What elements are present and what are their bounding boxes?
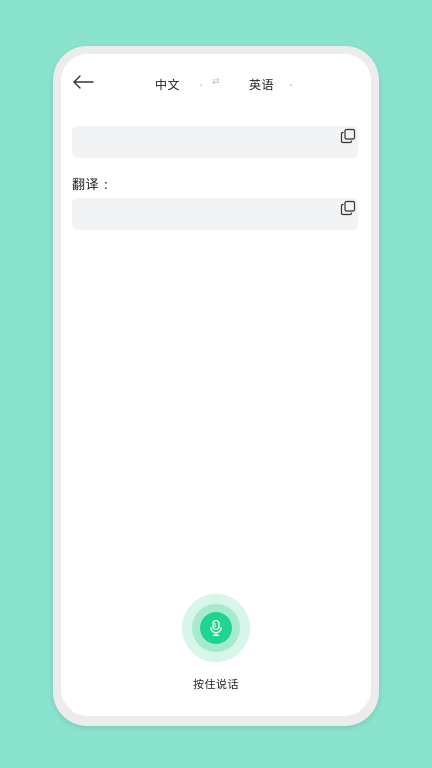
swap-languages-icon[interactable]: ⇄ (212, 78, 220, 87)
translation-label: 翻译 : (72, 178, 109, 193)
mic-core (200, 612, 232, 644)
hold-to-talk-label: 按住说话 (193, 678, 239, 691)
chevron-down-icon: ⌄ (288, 79, 294, 88)
chevron-down-icon: ⌄ (198, 79, 204, 88)
copy-icon[interactable] (340, 128, 356, 144)
app-screen: 中文 ⌄ ⇄ 英语 ⌄ 翻译 : 按住说话 (61, 54, 371, 716)
arrow-left-icon (73, 75, 94, 89)
back-button[interactable] (71, 73, 99, 91)
phone-frame: 中文 ⌄ ⇄ 英语 ⌄ 翻译 : 按住说话 (53, 46, 379, 726)
hold-to-talk-button[interactable] (182, 594, 250, 662)
microphone-icon (210, 619, 222, 636)
mic-ring (192, 604, 240, 652)
copy-icon[interactable] (340, 200, 356, 216)
source-language-label: 中文 (155, 77, 181, 92)
source-language-selector[interactable]: 中文 ⌄ (155, 75, 204, 93)
target-language-selector[interactable]: 英语 ⌄ (249, 75, 294, 93)
source-text-field[interactable] (72, 126, 358, 158)
target-language-label: 英语 (249, 77, 275, 92)
translation-output-field (72, 198, 358, 230)
